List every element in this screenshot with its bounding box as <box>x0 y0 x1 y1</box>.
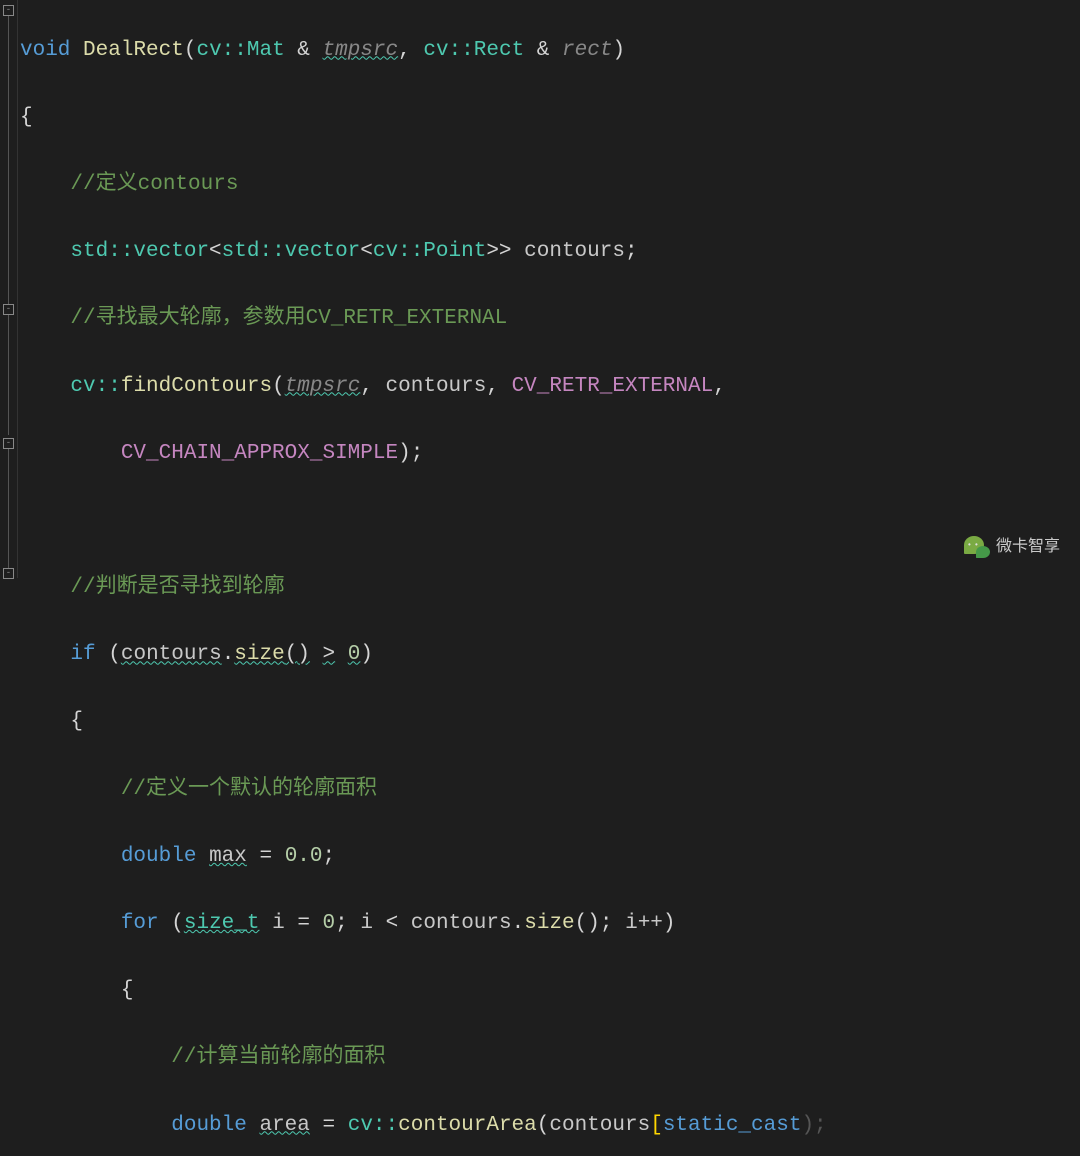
code-line: { <box>20 101 827 135</box>
code-line: double area = cv::contourArea(contours[s… <box>20 1109 827 1143</box>
code-line: CV_CHAIN_APPROX_SIMPLE); <box>20 437 827 471</box>
fold-minus-icon[interactable]: - <box>3 5 14 16</box>
code-editor[interactable]: - - - - void DealRect(cv::Mat & tmpsrc, … <box>0 0 1080 578</box>
wechat-icon: • • <box>964 536 990 558</box>
code-area[interactable]: void DealRect(cv::Mat & tmpsrc, cv::Rect… <box>18 0 827 578</box>
code-line: { <box>20 974 827 1008</box>
fold-gutter: - - - - <box>0 0 18 578</box>
watermark-text: 微卡智享 <box>996 534 1060 560</box>
code-line: //寻找最大轮廓，参数用CV_RETR_EXTERNAL <box>20 302 827 336</box>
code-line: for (size_t i = 0; i < contours.size(); … <box>20 907 827 941</box>
code-line <box>20 504 827 538</box>
code-line: { <box>20 705 827 739</box>
fold-minus-icon[interactable]: - <box>3 568 14 579</box>
fold-minus-icon[interactable]: - <box>3 438 14 449</box>
code-line: cv::findContours(tmpsrc, contours, CV_RE… <box>20 370 827 404</box>
code-line: //判断是否寻找到轮廓 <box>20 571 827 605</box>
code-line: double max = 0.0; <box>20 840 827 874</box>
code-line: //计算当前轮廓的面积 <box>20 1041 827 1075</box>
code-line: //定义一个默认的轮廓面积 <box>20 773 827 807</box>
code-line: if (contours.size() > 0) <box>20 638 827 672</box>
fold-minus-icon[interactable]: - <box>3 304 14 315</box>
code-line: //定义contours <box>20 168 827 202</box>
code-line: std::vector<std::vector<cv::Point>> cont… <box>20 235 827 269</box>
code-line: void DealRect(cv::Mat & tmpsrc, cv::Rect… <box>20 34 827 68</box>
watermark: • • 微卡智享 <box>964 534 1060 560</box>
